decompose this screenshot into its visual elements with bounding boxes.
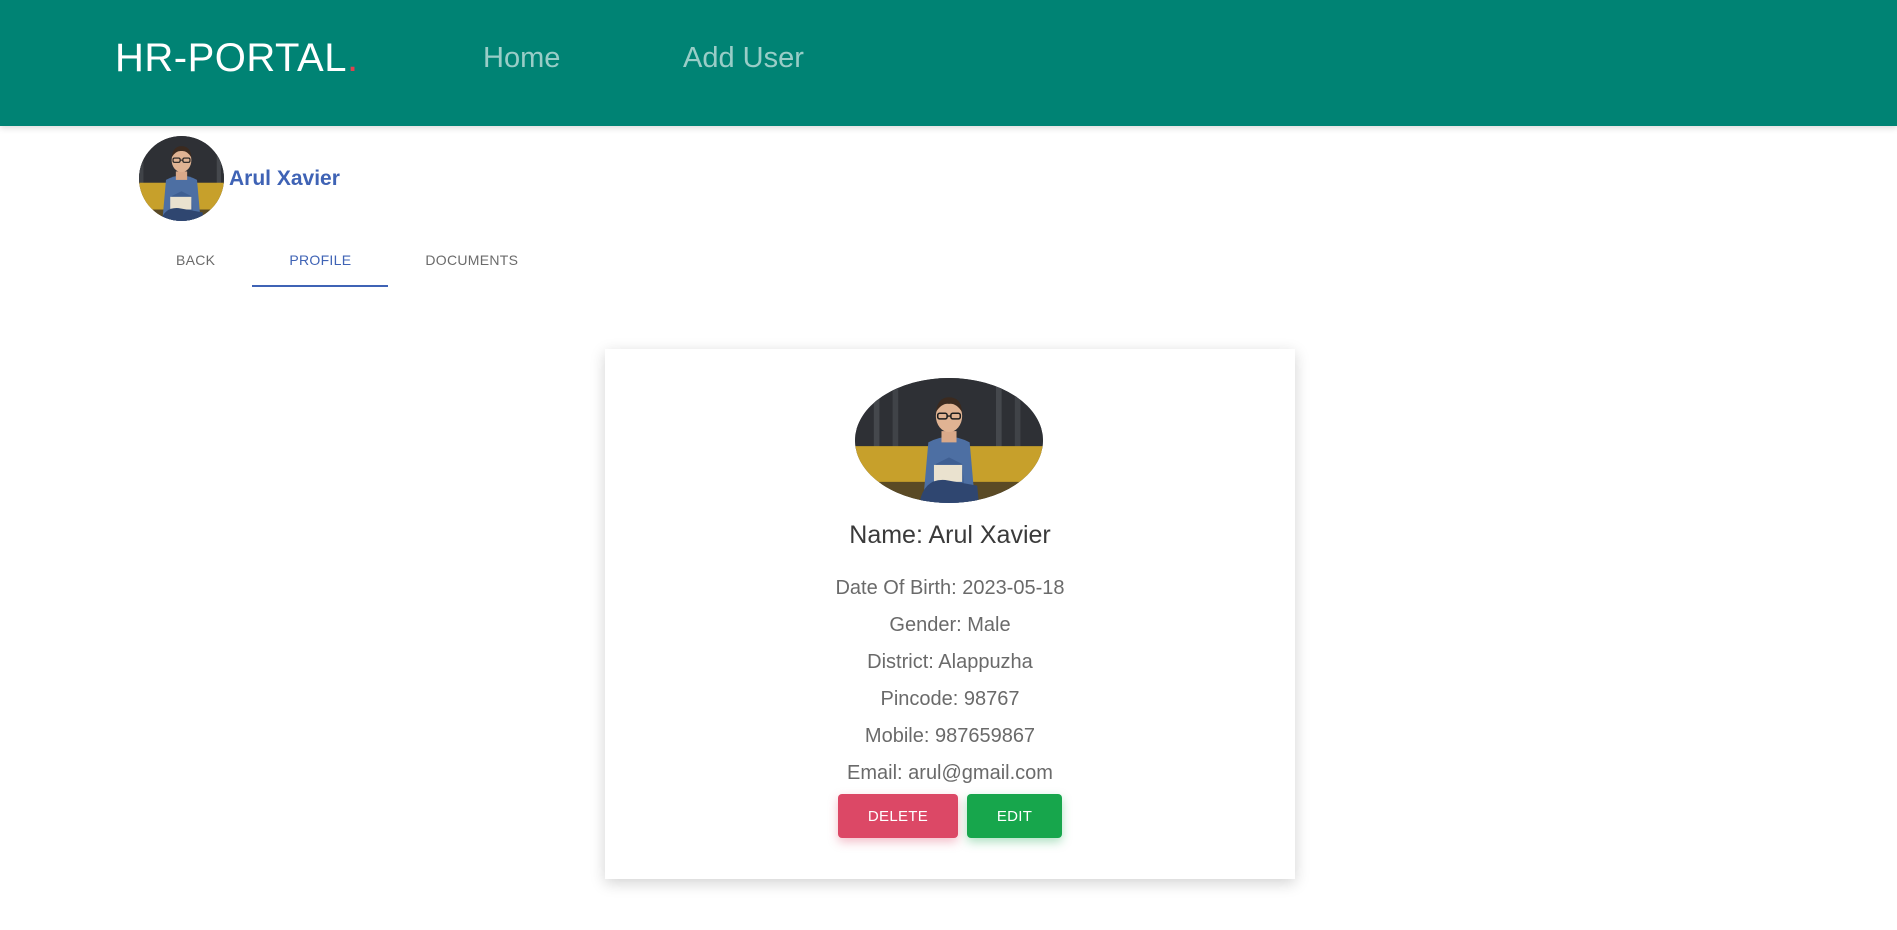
profile-header-name: Arul Xavier [229,166,340,190]
detail-name: Name: Arul Xavier [849,521,1051,549]
tab-profile[interactable]: PROFILE [252,241,389,287]
brand-dot: . [346,36,359,80]
delete-button[interactable]: DELETE [838,794,958,838]
profile-photo [855,378,1043,503]
edit-button[interactable]: EDIT [967,794,1062,838]
detail-gender: Gender: Male [889,614,1011,636]
brand-logo[interactable]: HR-PORTAL. [115,36,359,81]
tab-documents[interactable]: DOCUMENTS [388,241,555,287]
profile-tabs: BACK PROFILE DOCUMENTS [139,241,555,289]
nav-home-link[interactable]: Home [483,42,560,75]
nav-add-user-link[interactable]: Add User [683,42,804,75]
profile-header: Arul Xavier [139,135,340,222]
detail-pincode: Pincode: 98767 [880,688,1020,710]
detail-district: District: Alappuzha [867,651,1033,673]
detail-email: Email: arul@gmail.com [847,762,1053,784]
user-avatar [139,136,224,221]
brand-text: HR-PORTAL [115,36,347,80]
detail-mobile: Mobile: 987659867 [864,725,1036,747]
tab-back[interactable]: BACK [139,241,252,287]
top-navbar: HR-PORTAL. Home Add User [0,0,1897,126]
profile-card: Name: Arul Xavier Date Of Birth: 2023-05… [605,349,1295,879]
detail-dob: Date Of Birth: 2023-05-18 [835,577,1065,599]
